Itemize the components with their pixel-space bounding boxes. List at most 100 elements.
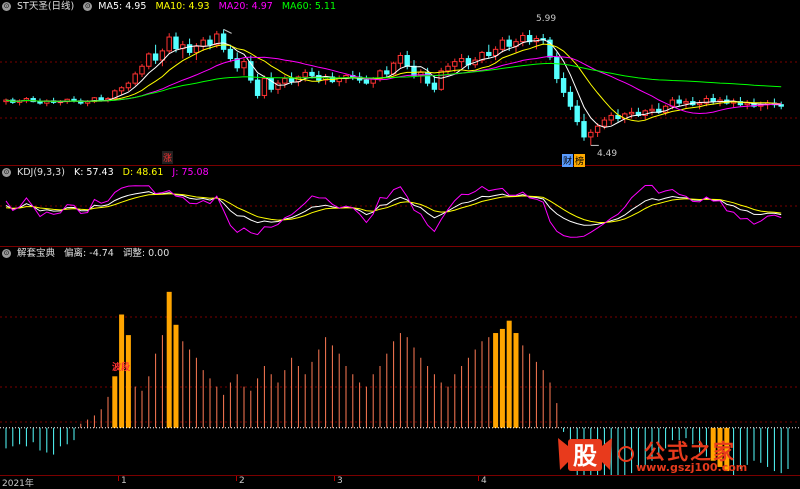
candle-body xyxy=(37,101,43,104)
logo-glyph: 股 xyxy=(573,442,597,470)
candle-body xyxy=(588,131,594,138)
stock-name: ST天圣(日线) xyxy=(17,1,75,12)
candle-body xyxy=(84,101,91,104)
candle-body xyxy=(288,78,295,83)
candle-body xyxy=(499,39,506,50)
site-logo: 股 公式之家 www.gszj100.com xyxy=(556,436,796,476)
date-axis: 2021年 1 2 3 4 xyxy=(0,476,800,489)
candle-body xyxy=(98,97,104,101)
candle-body xyxy=(404,54,410,67)
candle-body xyxy=(125,82,132,89)
candle-body xyxy=(397,54,404,64)
coin-icon xyxy=(618,446,634,462)
boduan-label: 波段 xyxy=(112,363,131,373)
candle-body xyxy=(118,87,125,92)
candle-body xyxy=(554,56,560,80)
kdj-j-label: J: 75.08 xyxy=(172,167,209,178)
axis-tick xyxy=(236,476,237,481)
zhang-badge[interactable]: 涨 xyxy=(162,151,174,164)
axis-label-year: 2021年 xyxy=(2,479,34,489)
candle-body xyxy=(186,44,193,53)
candle-body xyxy=(608,114,614,121)
indicator-bar-highlight xyxy=(513,333,519,428)
kdj-d-label: D: 48.61 xyxy=(122,167,164,178)
indicator-bar-highlight xyxy=(493,333,499,428)
ma5-line xyxy=(5,38,782,128)
ma60-label: MA60: 5.11 xyxy=(281,1,337,12)
ma10-label: MA10: 4.93 xyxy=(155,1,210,12)
collapse-icon[interactable]: ⊙ xyxy=(2,168,11,177)
kdj-name: KDJ(9,3,3) xyxy=(17,167,65,178)
candle-body xyxy=(166,36,172,52)
piancha-label: 偏离: -4.74 xyxy=(64,248,114,259)
candle-body xyxy=(220,33,227,50)
low-price-label: 4.49 xyxy=(597,149,618,159)
axis-label-month-1: 1 xyxy=(121,476,127,486)
candle-body xyxy=(152,53,159,61)
candle-body xyxy=(309,71,315,76)
candle-body xyxy=(411,65,417,76)
candle-body xyxy=(227,48,234,60)
kdj-j-line xyxy=(5,184,782,238)
axis-tick xyxy=(478,476,479,481)
axis-label-month-2: 2 xyxy=(239,476,245,486)
collapse-icon[interactable]: ⊙ xyxy=(2,2,11,11)
price-pane[interactable]: ⊙ ST天圣(日线) ⊙ MA5: 4.95 MA10: 4.93 MA20: 4.… xyxy=(0,0,800,167)
axis-label-month-4: 4 xyxy=(481,476,487,486)
kdj-k-label: K: 57.43 xyxy=(73,167,114,178)
candle-body xyxy=(438,70,444,90)
indicator-bar-highlight xyxy=(112,376,118,428)
candle-body xyxy=(676,99,682,104)
candle-body xyxy=(241,61,247,69)
candle-body xyxy=(200,39,206,47)
ma5-label: MA5: 4.95 xyxy=(98,1,147,12)
tiaozheng-label: 调整: 0.00 xyxy=(122,248,170,259)
candle-body xyxy=(649,108,655,112)
candle-body xyxy=(486,51,492,56)
indicator-bar-highlight xyxy=(506,320,512,428)
candle-body xyxy=(384,70,390,75)
candle-body xyxy=(254,79,261,96)
candle-body xyxy=(261,78,268,96)
kdj-k-line xyxy=(5,191,782,226)
stock-logo-icon: 股 xyxy=(558,438,612,471)
bang-badge[interactable]: 榜 xyxy=(574,154,586,167)
price-header: ⊙ ST天圣(日线) ⊙ MA5: 4.95 MA10: 4.93 MA20: 4.… xyxy=(2,1,342,13)
kdj-header: ⊙ KDJ(9,3,3) K: 57.43 D: 48.61 J: 75.08 xyxy=(2,167,215,179)
ma20-label: MA20: 4.97 xyxy=(218,1,273,12)
candle-body xyxy=(139,65,145,75)
candle-body xyxy=(431,82,438,90)
candle-body xyxy=(452,61,458,67)
candle-body xyxy=(506,39,512,47)
candle-body xyxy=(445,65,451,72)
axis-tick xyxy=(334,476,335,481)
candle-body xyxy=(628,111,635,115)
candle-body xyxy=(193,45,200,53)
cai-badge[interactable]: 财 xyxy=(562,154,574,167)
candle-body xyxy=(363,79,370,84)
high-price-label: 5.99 xyxy=(536,14,557,24)
candle-body xyxy=(424,71,431,84)
indicator-bar-highlight xyxy=(173,324,179,428)
candle-body xyxy=(683,101,689,104)
candle-body xyxy=(458,58,465,63)
candle-body xyxy=(207,39,213,46)
high-marker xyxy=(223,28,232,34)
indicator-bar-highlight xyxy=(499,328,505,428)
candle-body xyxy=(601,119,608,127)
indicator-bar-highlight xyxy=(125,335,131,428)
collapse-icon[interactable]: ⊙ xyxy=(2,249,11,258)
indicator-name: 解套宝典 xyxy=(17,248,56,259)
candle-body xyxy=(594,125,601,133)
candle-body xyxy=(581,121,587,138)
logo-url: www.gszj100.com xyxy=(636,461,748,474)
candle-body xyxy=(696,102,703,106)
axis-tick xyxy=(118,476,119,481)
candle-body xyxy=(710,98,716,103)
settings-icon[interactable]: ⊙ xyxy=(83,2,93,11)
price-chart[interactable] xyxy=(0,0,800,165)
axis-label-month-3: 3 xyxy=(337,476,343,486)
kdj-pane[interactable]: ⊙ KDJ(9,3,3) K: 57.43 D: 48.61 J: 75.08 xyxy=(0,166,800,247)
candle-body xyxy=(560,78,567,93)
candle-body xyxy=(567,91,574,107)
